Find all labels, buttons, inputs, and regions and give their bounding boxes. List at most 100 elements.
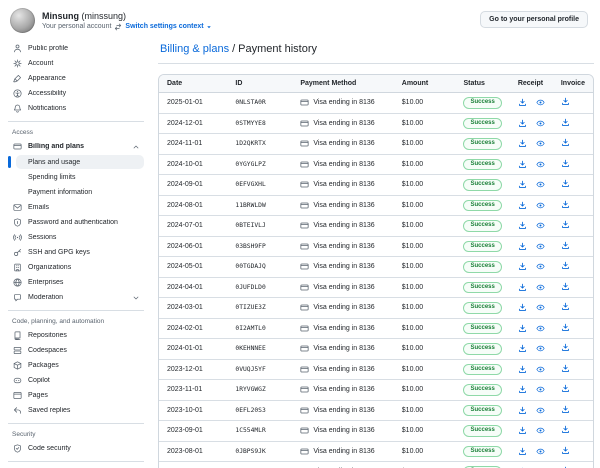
download-receipt-button[interactable] — [518, 406, 527, 415]
broadcast-icon — [12, 233, 22, 242]
breadcrumb-billing-plans-link[interactable]: Billing & plans — [160, 43, 229, 55]
view-receipt-button[interactable] — [536, 344, 545, 353]
cell-date: 2025-01-01 — [159, 93, 227, 114]
download-receipt-button[interactable] — [518, 139, 527, 148]
cell-status: Success — [455, 462, 509, 468]
download-invoice-button[interactable] — [561, 282, 570, 291]
download-receipt-button[interactable] — [518, 201, 527, 210]
download-invoice-button[interactable] — [561, 405, 570, 414]
view-receipt-button[interactable] — [536, 201, 545, 210]
sidebar-subitem-payment-information[interactable]: Payment information — [16, 185, 144, 199]
download-invoice-button[interactable] — [561, 425, 570, 434]
sidebar-item-packages[interactable]: Packages — [8, 358, 144, 373]
download-invoice-button[interactable] — [561, 343, 570, 352]
sidebar-item-ssh-and-gpg-keys[interactable]: SSH and GPG keys — [8, 245, 144, 260]
sidebar-subitem-plans-and-usage[interactable]: Plans and usage — [16, 155, 144, 169]
download-invoice-button[interactable] — [561, 446, 570, 455]
shield-lock-icon — [12, 218, 22, 227]
view-receipt-button[interactable] — [536, 406, 545, 415]
sidebar-item-codespaces[interactable]: Codespaces — [8, 343, 144, 358]
sidebar-item-account[interactable]: Account — [8, 56, 144, 71]
cell-receipt — [510, 462, 553, 468]
download-receipt-button[interactable] — [518, 385, 527, 394]
sidebar-item-sessions[interactable]: Sessions — [8, 230, 144, 245]
sidebar-subitem-spending-limits[interactable]: Spending limits — [16, 170, 144, 184]
go-to-personal-profile-button[interactable]: Go to your personal profile — [480, 11, 588, 28]
avatar[interactable] — [10, 8, 35, 33]
download-receipt-button[interactable] — [518, 324, 527, 333]
download-receipt-button[interactable] — [518, 180, 527, 189]
sidebar-item-organizations[interactable]: Organizations — [8, 260, 144, 275]
download-receipt-button[interactable] — [518, 160, 527, 169]
view-receipt-button[interactable] — [536, 119, 545, 128]
download-receipt-button[interactable] — [518, 303, 527, 312]
sidebar-item-password-and-authentication[interactable]: Password and authentication — [8, 215, 144, 230]
download-invoice-button[interactable] — [561, 384, 570, 393]
sidebar-item-appearance[interactable]: Appearance — [8, 71, 144, 86]
download-invoice-button[interactable] — [561, 138, 570, 147]
download-invoice-button[interactable] — [561, 159, 570, 168]
sidebar-item-saved-replies[interactable]: Saved replies — [8, 403, 144, 418]
view-receipt-button[interactable] — [536, 426, 545, 435]
download-receipt-button[interactable] — [518, 426, 527, 435]
download-invoice-button[interactable] — [561, 261, 570, 270]
table-row: 2023-12-01 0VUQJ5YF Visa ending in 8136 … — [159, 359, 593, 380]
download-invoice-button[interactable] — [561, 220, 570, 229]
view-receipt-button[interactable] — [536, 139, 545, 148]
download-invoice-button[interactable] — [561, 302, 570, 311]
download-receipt-button[interactable] — [518, 344, 527, 353]
download-invoice-button[interactable] — [561, 97, 570, 106]
download-receipt-button[interactable] — [518, 221, 527, 230]
sidebar-item-label: Appearance — [28, 75, 140, 82]
column-header-invoice: Invoice — [553, 75, 593, 93]
download-invoice-button[interactable] — [561, 179, 570, 188]
view-receipt-button[interactable] — [536, 262, 545, 271]
download-receipt-button[interactable] — [518, 262, 527, 271]
sidebar-section-label-code-planning-and-automation: Code, planning, and automation — [8, 315, 144, 328]
download-receipt-button[interactable] — [518, 98, 527, 107]
download-invoice-button[interactable] — [561, 241, 570, 250]
download-invoice-button[interactable] — [561, 200, 570, 209]
sidebar-item-pages[interactable]: Pages — [8, 388, 144, 403]
cell-amount: $10.00 — [394, 175, 456, 196]
view-receipt-button[interactable] — [536, 303, 545, 312]
sidebar-item-accessibility[interactable]: Accessibility — [8, 86, 144, 101]
status-badge: Success — [463, 405, 501, 417]
table-row: 2023-09-01 1C554MLR Visa ending in 8136 … — [159, 421, 593, 442]
sidebar-item-repositories[interactable]: Repositories — [8, 328, 144, 343]
view-receipt-button[interactable] — [536, 385, 545, 394]
view-receipt-button[interactable] — [536, 98, 545, 107]
view-receipt-button[interactable] — [536, 283, 545, 292]
download-receipt-button[interactable] — [518, 283, 527, 292]
cell-id: 0STMYYE8 — [227, 113, 292, 134]
view-receipt-button[interactable] — [536, 324, 545, 333]
view-receipt-button[interactable] — [536, 160, 545, 169]
cell-status: Success — [455, 441, 509, 462]
chevron-down-icon — [132, 294, 140, 302]
view-receipt-button[interactable] — [536, 447, 545, 456]
caret-down-icon — [205, 23, 213, 31]
download-invoice-button[interactable] — [561, 323, 570, 332]
sidebar-item-public-profile[interactable]: Public profile — [8, 41, 144, 56]
download-invoice-button[interactable] — [561, 118, 570, 127]
download-receipt-button[interactable] — [518, 119, 527, 128]
sidebar-item-billing-and-plans[interactable]: Billing and plans — [8, 139, 144, 154]
view-receipt-button[interactable] — [536, 242, 545, 251]
cell-date: 2023-07-01 — [159, 462, 227, 468]
cell-id: 0NLSTA0R — [227, 93, 292, 114]
download-receipt-button[interactable] — [518, 365, 527, 374]
sidebar-item-emails[interactable]: Emails — [8, 200, 144, 215]
download-receipt-button[interactable] — [518, 242, 527, 251]
switch-settings-context-link[interactable]: Switch settings context — [125, 23, 212, 31]
sidebar-item-copilot[interactable]: Copilot — [8, 373, 144, 388]
view-receipt-button[interactable] — [536, 365, 545, 374]
view-receipt-button[interactable] — [536, 221, 545, 230]
view-receipt-button[interactable] — [536, 180, 545, 189]
download-receipt-button[interactable] — [518, 447, 527, 456]
download-invoice-button[interactable] — [561, 364, 570, 373]
sidebar-item-code-security[interactable]: Code security — [8, 441, 144, 456]
sidebar-item-notifications[interactable]: Notifications — [8, 101, 144, 116]
sidebar-item-enterprises[interactable]: Enterprises — [8, 275, 144, 290]
sidebar-item-moderation[interactable]: Moderation — [8, 290, 144, 305]
gear-icon — [12, 59, 22, 68]
